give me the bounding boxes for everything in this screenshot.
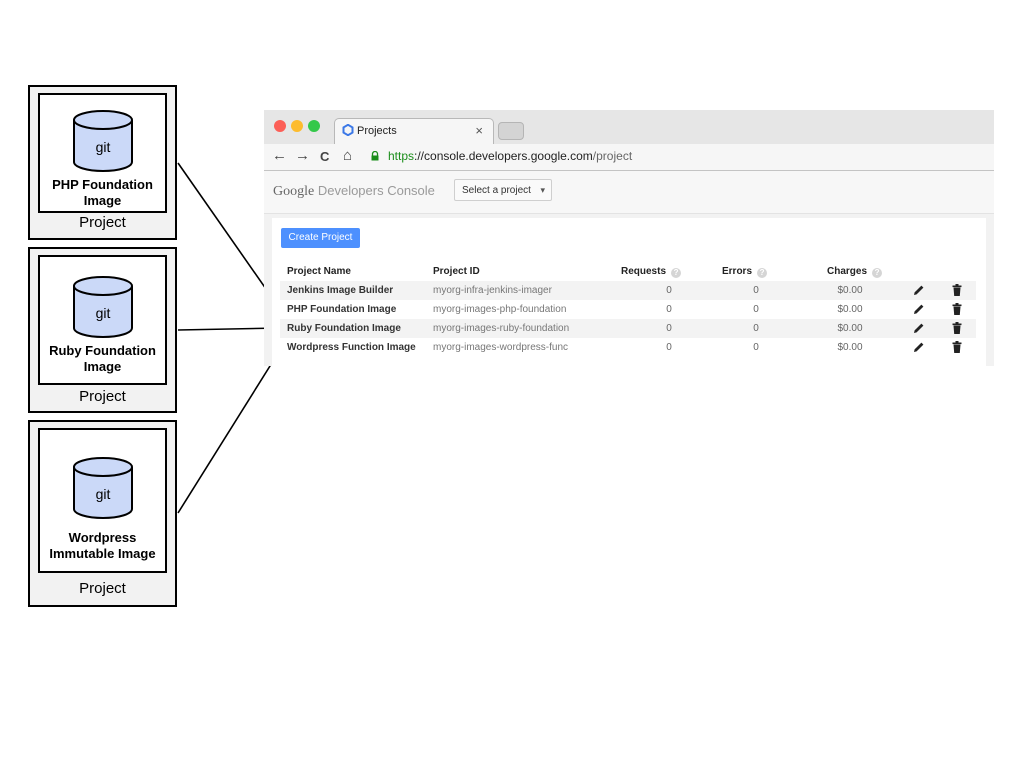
close-window-button[interactable] xyxy=(274,120,286,132)
edit-icon[interactable] xyxy=(913,284,925,296)
column-header-name[interactable]: Project Name xyxy=(287,266,351,277)
requests-value: 0 xyxy=(666,342,672,353)
errors-value: 0 xyxy=(753,342,759,353)
maximize-window-button[interactable] xyxy=(308,120,320,132)
help-icon[interactable]: ? xyxy=(671,268,682,278)
new-tab-button[interactable] xyxy=(498,122,524,140)
browser-window: Projects × ← → C ⌂ https://console.devel… xyxy=(264,110,994,366)
project-selector[interactable]: Select a project ▾ xyxy=(454,179,552,201)
tab-title: Projects xyxy=(357,125,397,137)
errors-value: 0 xyxy=(753,285,759,296)
create-project-button[interactable]: Create Project xyxy=(281,228,360,248)
trash-icon[interactable] xyxy=(952,303,962,315)
console-brand[interactable]: Google Developers Console xyxy=(273,183,435,200)
table-row[interactable]: Jenkins Image Builder myorg-infra-jenkin… xyxy=(280,281,976,300)
charges-value: $0.00 xyxy=(837,304,863,315)
project-name[interactable]: Wordpress Function Image xyxy=(287,342,416,353)
close-tab-icon[interactable]: × xyxy=(475,123,483,138)
requests-value: 0 xyxy=(666,304,672,315)
chevron-down-icon: ▾ xyxy=(540,185,545,195)
trash-icon[interactable] xyxy=(952,341,962,353)
tab-projects[interactable]: Projects × xyxy=(334,118,494,144)
forward-icon[interactable]: → xyxy=(295,147,310,164)
edit-icon[interactable] xyxy=(913,341,925,353)
reload-icon[interactable]: C xyxy=(320,149,329,164)
help-icon[interactable]: ? xyxy=(872,268,883,278)
errors-value: 0 xyxy=(753,323,759,334)
column-header-errors[interactable]: Errors? xyxy=(722,266,768,278)
project-id: myorg-images-ruby-foundation xyxy=(433,323,570,334)
project-name[interactable]: PHP Foundation Image xyxy=(287,304,396,315)
table-row[interactable]: PHP Foundation Image myorg-images-php-fo… xyxy=(280,300,976,319)
column-header-requests[interactable]: Requests? xyxy=(621,266,682,278)
project-name[interactable]: Jenkins Image Builder xyxy=(287,285,393,296)
edit-icon[interactable] xyxy=(913,322,925,334)
edit-icon[interactable] xyxy=(913,303,925,315)
trash-icon[interactable] xyxy=(952,284,962,296)
requests-value: 0 xyxy=(666,323,672,334)
table-row[interactable]: Ruby Foundation Image myorg-images-ruby-… xyxy=(280,319,976,338)
table-header: Project Name Project ID Requests? Errors… xyxy=(280,262,976,281)
nav-bar: ← → C ⌂ https://console.developers.googl… xyxy=(264,144,994,170)
browser-chrome: Projects × ← → C ⌂ https://console.devel… xyxy=(264,110,994,171)
column-header-id[interactable]: Project ID xyxy=(433,266,480,277)
console-header: Google Developers Console Select a proje… xyxy=(264,171,994,214)
tab-strip: Projects × xyxy=(264,110,994,144)
project-id: myorg-images-php-foundation xyxy=(433,304,567,315)
charges-value: $0.00 xyxy=(837,323,863,334)
back-icon[interactable]: ← xyxy=(272,147,287,164)
project-id: myorg-images-wordpress-func xyxy=(433,342,569,353)
help-icon[interactable]: ? xyxy=(757,268,768,278)
column-header-charges[interactable]: Charges? xyxy=(827,266,883,278)
minimize-window-button[interactable] xyxy=(291,120,303,132)
home-icon[interactable]: ⌂ xyxy=(343,147,352,164)
requests-value: 0 xyxy=(666,285,672,296)
project-name[interactable]: Ruby Foundation Image xyxy=(287,323,401,334)
project-id: myorg-infra-jenkins-imager xyxy=(433,285,552,296)
charges-value: $0.00 xyxy=(837,342,863,353)
address-bar[interactable]: https://console.developers.google.com/pr… xyxy=(388,149,632,163)
arrow-wordpress xyxy=(177,349,281,514)
trash-icon[interactable] xyxy=(952,322,962,334)
charges-value: $0.00 xyxy=(837,285,863,296)
lock-icon xyxy=(371,151,379,161)
google-cloud-icon xyxy=(342,124,354,136)
errors-value: 0 xyxy=(753,304,759,315)
table-row[interactable]: Wordpress Function Image myorg-images-wo… xyxy=(280,338,976,357)
projects-panel: Create Project Project Name Project ID R… xyxy=(272,218,986,366)
